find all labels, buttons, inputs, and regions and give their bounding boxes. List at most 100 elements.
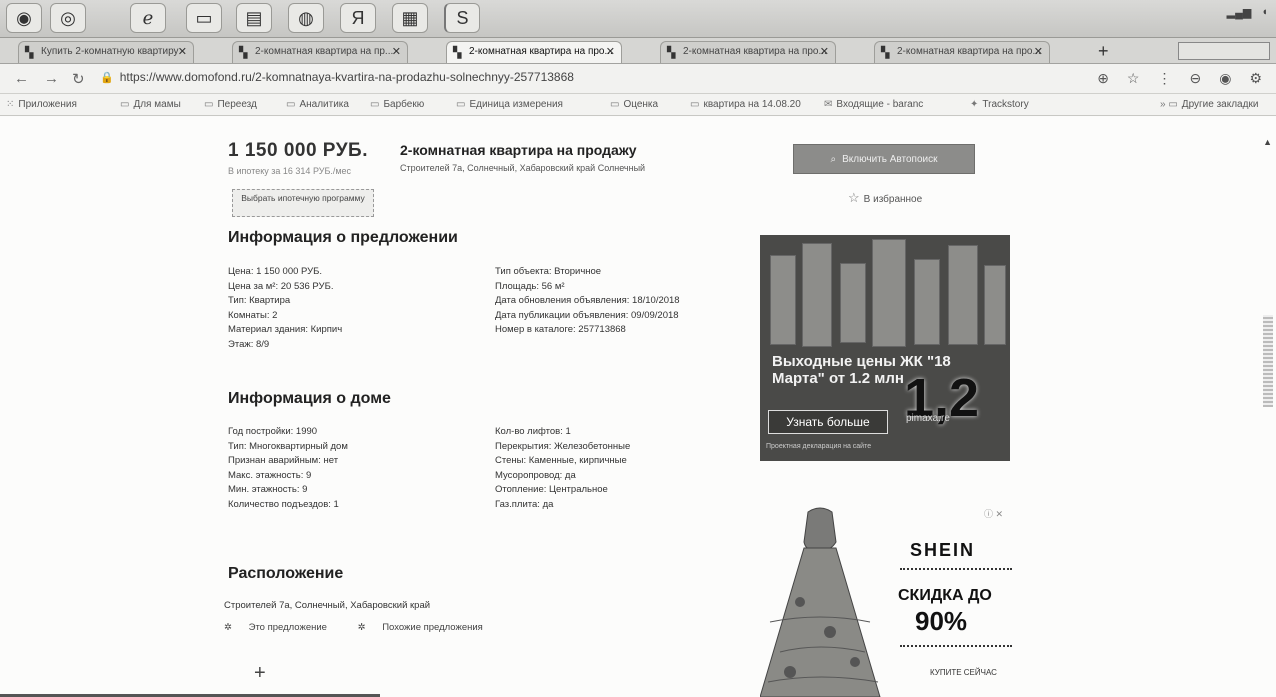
offer-area-row: Площадь: 56 м² [495, 280, 565, 292]
network-icon[interactable]: ▂▄▆ [1227, 6, 1252, 19]
os-taskbar: ◉ ◎ ℯ ▭ ▤ ◍ Я ▦ S ▂▄▆ ◖ [0, 0, 1276, 38]
listing-price: 1 150 000 РУБ. [228, 140, 368, 161]
tab-2[interactable]: ▚ 2-комнатная квартира на пр... ✕ [232, 41, 408, 63]
bookmark-folder[interactable]: ▭ Единица измерения [456, 99, 563, 110]
bookmark-icon: ✦ [970, 99, 979, 110]
close-tab-icon[interactable]: ✕ [392, 45, 401, 58]
media-player-app-icon[interactable]: ◍ [288, 3, 324, 33]
skype-app-icon[interactable]: S [444, 3, 480, 33]
this-offer-link[interactable]: ✲ Это предложение [224, 622, 341, 633]
house-emergency-row: Признан аварийным: нет [228, 455, 339, 466]
mortgage-monthly-note: В ипотеку за 16 314 РУБ./мес [228, 166, 352, 176]
ie-app-icon[interactable]: ℯ [130, 3, 166, 33]
close-tab-icon[interactable]: ✕ [820, 45, 829, 58]
settings-icon[interactable]: ⚙ [1249, 70, 1262, 87]
location-address: Строителей 7а, Солнечный, Хабаровский кр… [224, 600, 431, 611]
star-icon: ☆ [848, 190, 860, 205]
choose-mortgage-button[interactable]: Выбрать ипотечную программу [232, 189, 374, 217]
map-zoom-in-icon[interactable]: + [254, 662, 266, 685]
folder-icon: ▭ [204, 99, 214, 110]
offer-published-row: Дата публикации объявления: 09/09/2018 [495, 309, 679, 321]
offer-price-per-sqm-row: Цена за м²: 20 536 РУБ. [228, 280, 334, 292]
star-bookmark-icon[interactable]: ☆ [1127, 70, 1140, 87]
forward-arrow-icon[interactable]: → [44, 70, 59, 87]
fashion-ad-banner[interactable]: ⓘ ✕ SHEIN СКИДКА ДО 90% КУПИТЕ СЕЙЧАС [760, 502, 1020, 697]
address-bar-actions: ⊕ ☆ ⋮ ⊖ ◉ ⚙ [1097, 70, 1262, 87]
close-tab-icon[interactable]: ✕ [178, 45, 187, 58]
building-illustration [914, 259, 940, 345]
bookmark-folder[interactable]: ▭ Оценка [610, 99, 658, 110]
offer-updated-row: Дата обновления объявления: 18/10/2018 [495, 295, 680, 306]
offer-catalog-number-row: Номер в каталоге: 257713868 [495, 324, 626, 335]
bookmark-favicon-icon: ▚ [453, 47, 462, 59]
tab-5[interactable]: ▚ 2-комнатная квартира на про... ✕ [874, 41, 1050, 63]
close-tab-icon[interactable]: ✕ [606, 45, 615, 58]
tab-label: 2-комнатная квартира на про... [683, 46, 827, 57]
building-illustration [948, 245, 978, 345]
bookmark-favicon-icon: ▚ [881, 47, 890, 59]
close-tab-icon[interactable]: ✕ [1034, 45, 1043, 58]
folder-icon: ▭ [456, 99, 466, 110]
window-controls[interactable] [1178, 42, 1270, 60]
building-illustration [840, 263, 866, 343]
building-illustration [802, 243, 832, 347]
tab-4[interactable]: ▚ 2-комнатная квартира на про... ✕ [660, 41, 836, 63]
listing-address: Строителей 7а, Солнечный, Хабаровский кр… [400, 163, 646, 173]
folder-icon: » ▭ [1160, 99, 1178, 110]
ad-sale-text: СКИДКА ДО [898, 587, 992, 604]
bookmark-folder[interactable]: ▭ Барбекю [370, 99, 424, 110]
offer-price-row: Цена: 1 150 000 РУБ. [228, 266, 323, 277]
house-max-floors-row: Макс. этажность: 9 [228, 469, 312, 481]
similar-offers-link[interactable]: ✲ Похожие предложения [358, 622, 497, 633]
house-type-row: Тип: Многоквартирный дом [228, 440, 348, 452]
chrome-app-icon[interactable]: ◎ [50, 3, 86, 33]
tab-3-active[interactable]: ▚ 2-комнатная квартира на про... ✕ [446, 41, 622, 63]
profile-icon[interactable]: ⊖ [1189, 70, 1201, 87]
bookmark-favicon-icon: ▚ [667, 47, 676, 59]
browser-tab-strip: ▚ Купить 2-комнатную квартиру ✕ ▚ 2-комн… [0, 38, 1276, 64]
ad-site-link[interactable]: pimaxa.re [906, 413, 950, 424]
ad-info-close-icon[interactable]: ⓘ ✕ [984, 507, 1003, 520]
tab-label: 2-комнатная квартира на пр... [255, 46, 394, 57]
ad-sale-percent: 90% [915, 606, 968, 636]
new-tab-button[interactable]: + [1098, 41, 1109, 62]
dress-illustration [760, 507, 881, 697]
bookmark-folder[interactable]: ▭ Для мамы [120, 99, 181, 110]
scroll-up-icon[interactable]: ▲ [1263, 137, 1272, 147]
scrollbar-thumb[interactable] [1263, 315, 1273, 407]
ad-brand: SHEIN [910, 540, 976, 560]
offer-rooms-row: Комнаты: 2 [228, 309, 278, 321]
extension-icon[interactable]: ⋮ [1157, 70, 1171, 87]
yandex-app-icon[interactable]: Я [340, 3, 376, 33]
bookmark-folder[interactable]: ▭ Аналитика [286, 99, 349, 110]
notepad-app-icon[interactable]: ▤ [236, 3, 272, 33]
house-info-heading: Информация о доме [228, 390, 391, 407]
volume-icon[interactable]: ◖ [1261, 6, 1268, 19]
bookmark-folder[interactable]: ▭ Переезд [204, 99, 257, 110]
building-illustration [984, 265, 1006, 345]
ad-cta[interactable]: КУПИТЕ СЕЙЧАС [930, 668, 997, 677]
start-orb-icon[interactable]: ◉ [6, 3, 42, 33]
bookmark-other[interactable]: » ▭ Другие закладки [1160, 99, 1258, 110]
bookmark-trackstory[interactable]: ✦ Trackstory [970, 99, 1029, 110]
add-to-favorites-link[interactable]: ☆ В избранное [848, 190, 922, 206]
back-arrow-icon[interactable]: ← [14, 70, 29, 87]
url-field[interactable]: 🔒 https://www.domofond.ru/2-komnatnaya-kv… [100, 70, 574, 84]
bookmark-apps[interactable]: ⁙ Приложения [6, 99, 77, 110]
gear-pin-icon: ✲ [357, 622, 369, 633]
tab-label: 2-комнатная квартира на про... [469, 46, 613, 57]
chrome-extension-icon[interactable]: ◉ [1219, 70, 1231, 87]
ad-learn-more-button[interactable]: Узнать больше [768, 410, 888, 434]
zoom-icon[interactable]: ⊕ [1097, 70, 1109, 87]
bookmark-inbox[interactable]: ✉ Входящие - baranc [824, 99, 923, 110]
enable-autosearch-button[interactable]: ⌕ Включить Автопоиск [793, 144, 975, 174]
tab-1[interactable]: ▚ Купить 2-комнатную квартиру ✕ [18, 41, 194, 63]
housing-ad-banner[interactable]: Выходные цены ЖК "18 Марта" от 1.2 млн 1… [760, 235, 1010, 461]
building-illustration [770, 255, 796, 345]
reload-icon[interactable]: ↻ [72, 70, 85, 88]
excel-app-icon[interactable]: ▦ [392, 3, 428, 33]
bookmark-folder[interactable]: ▭ квартира на 14.08.20 [690, 99, 801, 110]
house-elevators-row: Кол-во лифтов: 1 [495, 426, 571, 437]
folder-app-icon[interactable]: ▭ [186, 3, 222, 33]
bookmarks-bar: ⁙ Приложения ▭ Для мамы ▭ Переезд ▭ Аналитик… [0, 94, 1276, 116]
